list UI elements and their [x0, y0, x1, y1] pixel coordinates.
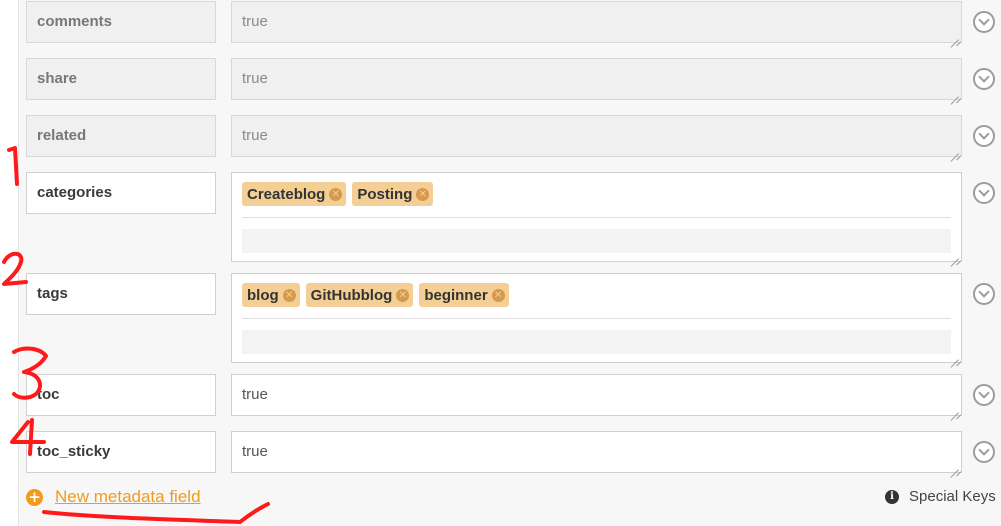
metadata-key-field[interactable]: tags	[26, 273, 216, 315]
resize-handle-icon[interactable]	[949, 144, 959, 154]
tag-chip: blog ✕	[242, 283, 300, 307]
metadata-value-field[interactable]: true	[231, 374, 962, 416]
annotation-mark-1	[7, 146, 19, 186]
divider	[242, 318, 951, 319]
new-tag-input[interactable]	[242, 229, 951, 253]
metadata-value-field[interactable]: true	[231, 431, 962, 473]
metadata-key-field: related	[26, 115, 216, 157]
new-metadata-field-link[interactable]: New metadata field	[55, 487, 201, 507]
tag-chip: Posting ✕	[352, 182, 434, 206]
resize-handle-icon[interactable]	[949, 249, 959, 259]
metadata-value-text: true	[242, 127, 268, 144]
tag-list: Createblog ✕ Posting ✕	[242, 182, 951, 206]
close-circle-icon[interactable]: ✕	[491, 288, 505, 302]
metadata-key-field[interactable]: toc	[26, 374, 216, 416]
tag-chip: beginner ✕	[419, 283, 509, 307]
chevron-down-icon[interactable]	[973, 125, 995, 147]
metadata-key-field[interactable]: categories	[26, 172, 216, 214]
metadata-value-text: true	[242, 386, 268, 403]
resize-handle-icon[interactable]	[949, 403, 959, 413]
metadata-value-text: true	[242, 70, 268, 87]
resize-handle-icon[interactable]	[949, 350, 959, 360]
plus-circle-icon: +	[26, 488, 43, 506]
chevron-down-icon[interactable]	[973, 441, 995, 463]
close-circle-icon[interactable]: ✕	[282, 288, 296, 302]
metadata-value-field: true	[231, 1, 962, 43]
metadata-value-text: true	[242, 443, 268, 460]
divider	[242, 217, 951, 218]
close-circle-icon[interactable]: ✕	[416, 187, 430, 201]
metadata-value-field: true	[231, 58, 962, 100]
metadata-panel: comments true share true related true ca…	[18, 0, 1001, 526]
metadata-key-field: share	[26, 58, 216, 100]
metadata-value-text: true	[242, 13, 268, 30]
resize-handle-icon[interactable]	[949, 30, 959, 40]
tag-label: Createblog	[247, 185, 326, 203]
chevron-down-icon[interactable]	[973, 11, 995, 33]
new-tag-input[interactable]	[242, 330, 951, 354]
chevron-down-icon[interactable]	[973, 182, 995, 204]
chevron-down-icon[interactable]	[973, 68, 995, 90]
metadata-value-field: true	[231, 115, 962, 157]
tag-label: blog	[247, 286, 279, 304]
tag-label: GitHubblog	[310, 286, 393, 304]
metadata-key-field[interactable]: toc_sticky	[26, 431, 216, 473]
tag-chip: GitHubblog ✕	[305, 283, 414, 307]
resize-handle-icon[interactable]	[949, 460, 959, 470]
tag-list: blog ✕ GitHubblog ✕ beginner ✕	[242, 283, 951, 307]
tag-input-field[interactable]: Createblog ✕ Posting ✕	[231, 172, 962, 262]
close-circle-icon[interactable]: ✕	[396, 288, 410, 302]
tag-chip: Createblog ✕	[242, 182, 347, 206]
tag-label: Posting	[357, 185, 413, 203]
chevron-down-icon[interactable]	[973, 283, 995, 305]
new-metadata-field-button[interactable]: + New metadata field	[26, 487, 201, 507]
special-keys-label: Special Keys	[909, 488, 996, 505]
tag-label: beginner	[424, 286, 488, 304]
resize-handle-icon[interactable]	[949, 87, 959, 97]
special-keys-button[interactable]: i Special Keys	[885, 488, 996, 505]
info-icon: i	[885, 489, 899, 504]
tag-input-field[interactable]: blog ✕ GitHubblog ✕ beginner ✕	[231, 273, 962, 363]
close-circle-icon[interactable]: ✕	[329, 187, 343, 201]
chevron-down-icon[interactable]	[973, 384, 995, 406]
metadata-key-field: comments	[26, 1, 216, 43]
